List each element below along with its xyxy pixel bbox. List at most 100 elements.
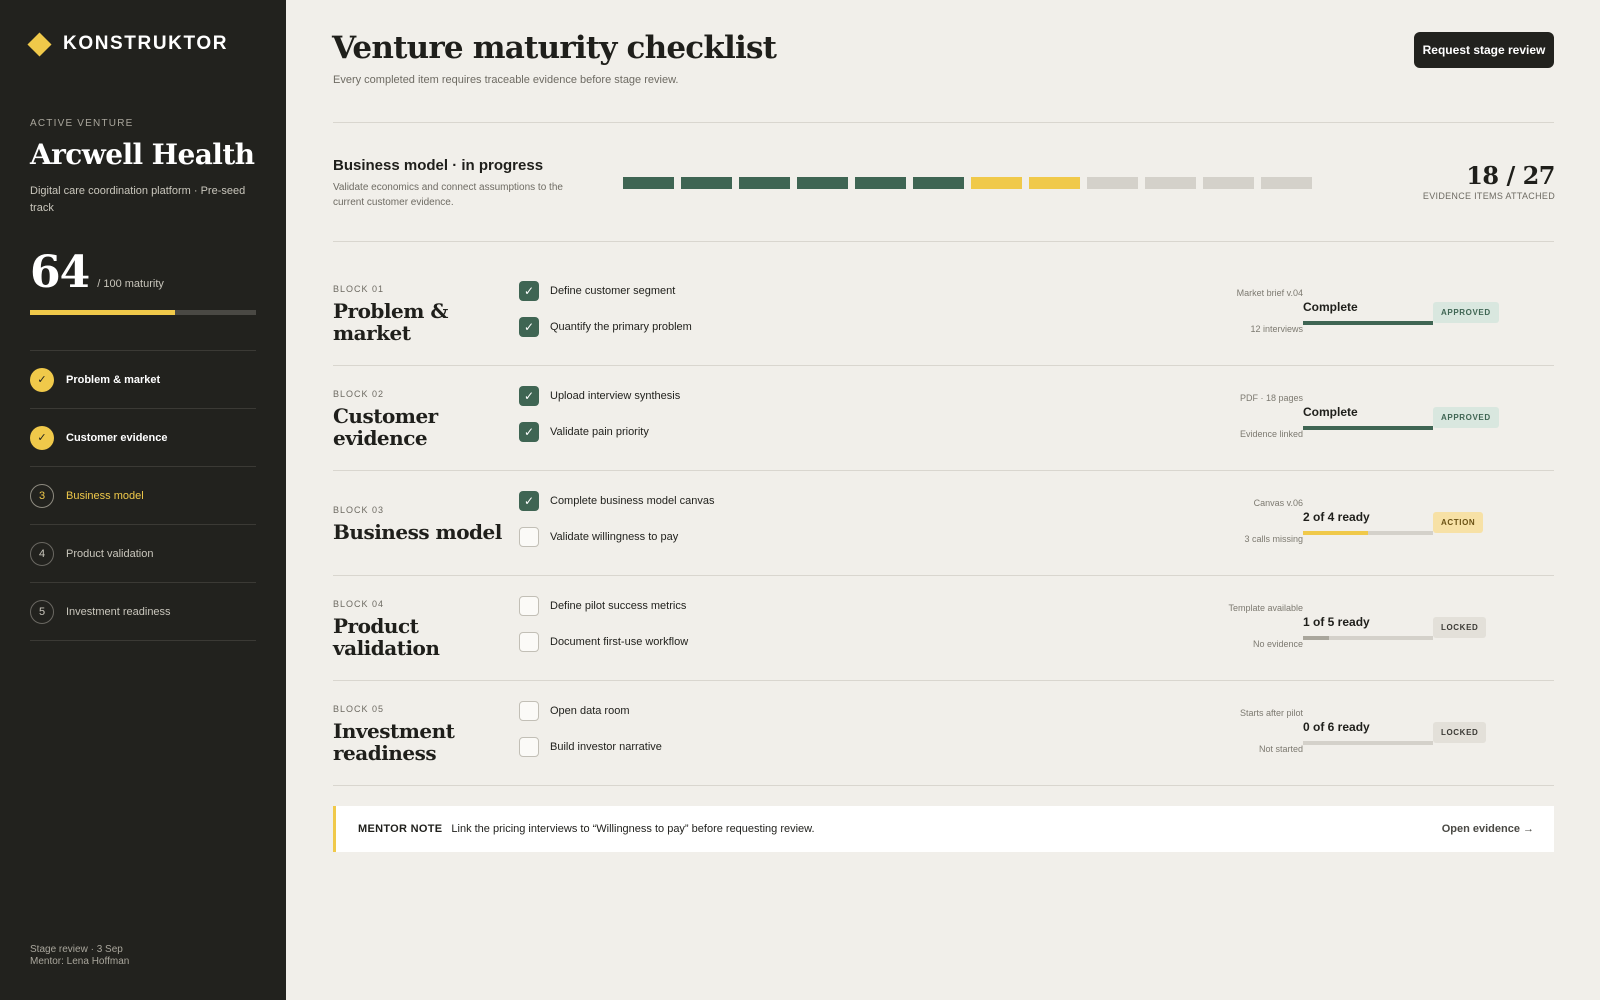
checkbox-empty[interactable] bbox=[519, 701, 539, 721]
phase-segment bbox=[913, 177, 964, 189]
phase-segment bbox=[623, 177, 674, 189]
checklist-item[interactable]: Validate willingness to pay bbox=[519, 527, 678, 547]
checklist-item-label: Define pilot success metrics bbox=[550, 600, 687, 612]
checklist-item[interactable]: Document first-use workflow bbox=[519, 632, 688, 652]
checklist-item-label: Upload interview synthesis bbox=[550, 390, 681, 402]
stage-check-icon: ✓ bbox=[30, 425, 54, 450]
phase-segment-bar bbox=[623, 177, 1319, 189]
maturity-progress-track bbox=[30, 310, 256, 315]
stage-item[interactable]: 3 Business model bbox=[30, 467, 256, 525]
block-progress-track bbox=[1303, 531, 1433, 535]
block-progress-track bbox=[1303, 321, 1433, 325]
checklist-block: BLOCK 04 Product validation Define pilot s… bbox=[333, 576, 1554, 681]
block-progress-track bbox=[1303, 426, 1433, 430]
evidence-meta: Template available bbox=[1228, 603, 1303, 613]
phase-segment bbox=[797, 177, 848, 189]
stage-item[interactable]: ✓ Problem & market bbox=[30, 351, 256, 409]
venture-label: ACTIVE VENTURE bbox=[30, 118, 134, 129]
checkbox-checked[interactable]: ✓ bbox=[519, 386, 539, 406]
checkbox-empty[interactable] bbox=[519, 596, 539, 616]
checklist-item-label: Quantify the primary problem bbox=[550, 321, 692, 333]
stage-number: 5 bbox=[30, 599, 54, 624]
checklist-item[interactable]: ✓ Complete business model canvas bbox=[519, 491, 714, 511]
stage-number: 3 bbox=[30, 483, 54, 508]
block-status: Complete bbox=[1303, 405, 1358, 419]
stage-item[interactable]: 5 Investment readiness bbox=[30, 583, 256, 641]
stage-number: 4 bbox=[30, 541, 54, 566]
phase-segment bbox=[855, 177, 906, 189]
divider bbox=[333, 241, 1554, 242]
block-title: Customer evidence bbox=[333, 404, 438, 450]
phase-title: Business model · in progress bbox=[333, 157, 544, 174]
status-badge: ACTION bbox=[1433, 512, 1484, 533]
evidence-meta: PDF · 18 pages bbox=[1239, 393, 1303, 403]
phase-segment bbox=[1261, 177, 1312, 189]
checklist-item[interactable]: Open data room bbox=[519, 701, 630, 721]
divider bbox=[333, 122, 1554, 123]
checklist-block: BLOCK 02 Customer evidence ✓ Upload intervi… bbox=[333, 366, 1554, 471]
checkbox-empty[interactable] bbox=[519, 737, 539, 757]
phase-segment bbox=[739, 177, 790, 189]
status-badge: LOCKED bbox=[1433, 617, 1487, 638]
phase-segment bbox=[1145, 177, 1196, 189]
maturity-score-suffix: / 100 maturity bbox=[97, 278, 164, 290]
block-status: 0 of 6 ready bbox=[1303, 720, 1370, 734]
checklist-item-label: Define customer segment bbox=[550, 285, 676, 297]
checkbox-empty[interactable] bbox=[519, 632, 539, 652]
block-progress-fill bbox=[1303, 426, 1433, 430]
checklist-block: BLOCK 03 Business model ✓ Complete business… bbox=[333, 471, 1554, 576]
mentor-note: MENTOR NOTE Link the pricing interviews … bbox=[333, 806, 1554, 852]
evidence-meta: 12 interviews bbox=[1250, 324, 1303, 334]
status-badge: APPROVED bbox=[1433, 407, 1499, 428]
evidence-count: 18 / 27 bbox=[1466, 161, 1555, 190]
checklist-item[interactable]: Define pilot success metrics bbox=[519, 596, 686, 616]
checkbox-checked[interactable]: ✓ bbox=[519, 422, 539, 442]
block-title: Investment readiness bbox=[333, 719, 455, 765]
checkbox-empty[interactable] bbox=[519, 527, 539, 547]
status-badge: LOCKED bbox=[1433, 722, 1487, 743]
stage-label: Investment readiness bbox=[66, 605, 171, 618]
block-progress-fill bbox=[1303, 636, 1329, 640]
stage-label: Product validation bbox=[66, 547, 154, 560]
checklist-item-label: Build investor narrative bbox=[550, 741, 662, 753]
checklist-item[interactable]: ✓ Quantify the primary problem bbox=[519, 317, 692, 337]
block-title: Product validation bbox=[333, 614, 440, 660]
mentor-note-text: Link the pricing interviews to “Willingn… bbox=[451, 823, 815, 835]
checklist-item-label: Validate pain priority bbox=[550, 426, 649, 438]
phase-description: Validate economics and connect assumptio… bbox=[333, 182, 563, 208]
checklist-item[interactable]: Build investor narrative bbox=[519, 737, 662, 757]
evidence-meta: 3 calls missing bbox=[1244, 534, 1303, 544]
checklist-item[interactable]: ✓ Define customer segment bbox=[519, 281, 675, 301]
request-stage-review-button[interactable]: Request stage review bbox=[1414, 32, 1554, 68]
evidence-meta: Market brief v.04 bbox=[1236, 288, 1303, 298]
mentor-note-tag: MENTOR NOTE bbox=[358, 823, 443, 835]
block-label: BLOCK 02 bbox=[333, 389, 385, 399]
open-evidence-link[interactable]: Open evidence → bbox=[1442, 823, 1534, 835]
page-title: Venture maturity checklist bbox=[332, 30, 777, 66]
brand[interactable]: KONSTRUKTOR bbox=[27, 31, 229, 57]
brand-logo-icon bbox=[27, 31, 52, 57]
checklist-item[interactable]: ✓ Upload interview synthesis bbox=[519, 386, 680, 406]
stage-nav: ✓ Problem & market ✓ Customer evidence 3 Busi… bbox=[30, 350, 256, 641]
stage-item[interactable]: ✓ Customer evidence bbox=[30, 409, 256, 467]
block-status: Complete bbox=[1303, 300, 1358, 314]
checklist-item[interactable]: ✓ Validate pain priority bbox=[519, 422, 649, 442]
stage-label: Problem & market bbox=[66, 373, 161, 386]
block-title: Business model bbox=[333, 520, 502, 544]
brand-name: KONSTRUKTOR bbox=[63, 33, 229, 54]
checklist-block: BLOCK 01 Problem & market ✓ Define customer… bbox=[333, 261, 1554, 366]
checklist-item-label: Complete business model canvas bbox=[550, 495, 715, 507]
evidence-label: EVIDENCE ITEMS ATTACHED bbox=[1422, 191, 1555, 201]
block-label: BLOCK 03 bbox=[333, 505, 385, 515]
phase-segment bbox=[971, 177, 1022, 189]
checkbox-checked[interactable]: ✓ bbox=[519, 491, 539, 511]
checkbox-checked[interactable]: ✓ bbox=[519, 281, 539, 301]
stage-item[interactable]: 4 Product validation bbox=[30, 525, 256, 583]
venture-name: Arcwell Health bbox=[30, 138, 255, 171]
phase-segment bbox=[1203, 177, 1254, 189]
maturity-progress-fill bbox=[30, 310, 175, 315]
page-subtitle: Every completed item requires traceable … bbox=[333, 74, 679, 86]
stage-review-date: Stage review · 3 Sep bbox=[30, 944, 123, 955]
block-label: BLOCK 01 bbox=[333, 284, 385, 294]
checkbox-checked[interactable]: ✓ bbox=[519, 317, 539, 337]
